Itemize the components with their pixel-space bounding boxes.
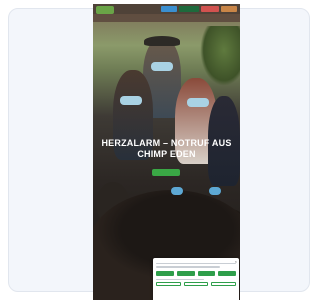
cookie-option[interactable] bbox=[176, 270, 195, 276]
headline-line-2: CHIMP EDEN bbox=[137, 149, 196, 159]
hero-headline: HERZALARM – NOTRUF AUS CHIMP EDEN bbox=[97, 138, 236, 160]
main-nav bbox=[93, 14, 240, 22]
face-mask bbox=[151, 62, 173, 71]
top-bar bbox=[93, 4, 240, 14]
text-line bbox=[156, 263, 236, 265]
page-screenshot: HERZALARM – NOTRUF AUS CHIMP EDEN × bbox=[93, 4, 240, 300]
cookie-options bbox=[156, 270, 236, 276]
cookie-button[interactable] bbox=[211, 282, 237, 287]
glove bbox=[209, 187, 221, 195]
cookie-button[interactable] bbox=[156, 282, 181, 287]
topbar-button[interactable] bbox=[201, 6, 219, 12]
tree-foliage bbox=[200, 26, 240, 86]
glove bbox=[171, 187, 183, 195]
cta-button[interactable] bbox=[152, 169, 180, 176]
headline-line-1: HERZALARM – NOTRUF AUS bbox=[101, 138, 232, 148]
site-logo[interactable] bbox=[96, 6, 114, 14]
cookie-buttons bbox=[156, 282, 237, 287]
cookie-option[interactable] bbox=[197, 270, 216, 276]
text-line bbox=[156, 266, 220, 268]
hat bbox=[144, 36, 180, 46]
text-line bbox=[156, 278, 204, 281]
face-mask bbox=[120, 96, 142, 105]
topbar-button[interactable] bbox=[161, 6, 177, 12]
cookie-banner: × bbox=[153, 258, 239, 300]
topbar-button[interactable] bbox=[221, 6, 237, 12]
topbar-button[interactable] bbox=[179, 6, 199, 12]
close-icon[interactable]: × bbox=[235, 259, 237, 264]
cookie-option[interactable] bbox=[218, 270, 236, 276]
face-mask bbox=[187, 98, 209, 107]
cookie-option[interactable] bbox=[156, 270, 174, 276]
cookie-button[interactable] bbox=[183, 282, 209, 287]
